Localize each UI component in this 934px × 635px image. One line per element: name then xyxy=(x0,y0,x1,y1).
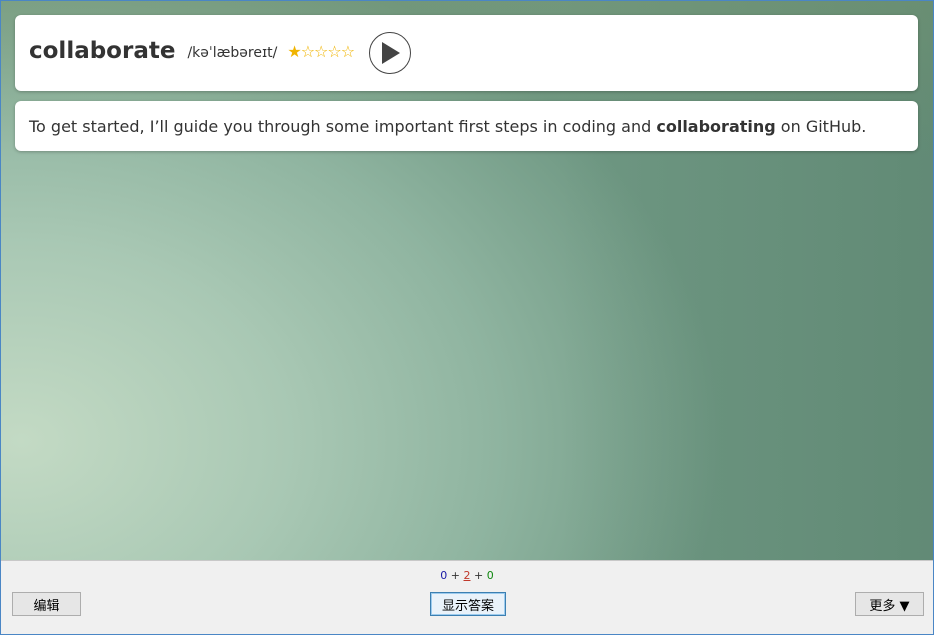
bottom-toolbar: 0 + 2 + 0 编辑 显示答案 更多 ▼ xyxy=(1,560,933,634)
star-rating: ★☆☆☆☆ xyxy=(287,41,355,61)
star-icon: ☆ xyxy=(300,41,315,61)
word-card: collaborate /kəˈlæbəreɪt/ ★☆☆☆☆ xyxy=(15,15,918,91)
play-icon xyxy=(382,42,401,64)
star-icon: ☆ xyxy=(340,41,355,61)
review-count: 0 xyxy=(486,569,494,582)
example-sentence: To get started, I’ll guide you through s… xyxy=(29,117,866,136)
learning-count: 2 xyxy=(463,569,471,582)
example-text-after: on GitHub. xyxy=(775,116,867,136)
star-icon: ☆ xyxy=(327,41,341,61)
example-highlight: collaborating xyxy=(656,116,776,136)
show-answer-button[interactable]: 显示答案 xyxy=(430,592,506,616)
card-content-area: collaborate /kəˈlæbəreɪt/ ★☆☆☆☆ To get s… xyxy=(1,1,933,560)
example-card: To get started, I’ll guide you through s… xyxy=(15,101,918,151)
word-title: collaborate xyxy=(29,38,176,64)
star-icon: ★ xyxy=(287,41,301,61)
example-text-before: To get started, I’ll guide you through s… xyxy=(29,116,657,136)
edit-button[interactable]: 编辑 xyxy=(12,592,81,616)
count-separator: + xyxy=(447,569,464,582)
play-audio-button[interactable] xyxy=(369,32,412,74)
reviewer-window: collaborate /kəˈlæbəreɪt/ ★☆☆☆☆ To get s… xyxy=(0,0,934,635)
due-counts: 0 + 2 + 0 xyxy=(1,569,933,582)
more-button[interactable]: 更多 ▼ xyxy=(855,592,924,616)
count-separator: + xyxy=(470,569,487,582)
phonetic: /kəˈlæbəreɪt/ xyxy=(187,45,278,61)
star-icon: ☆ xyxy=(314,41,328,61)
